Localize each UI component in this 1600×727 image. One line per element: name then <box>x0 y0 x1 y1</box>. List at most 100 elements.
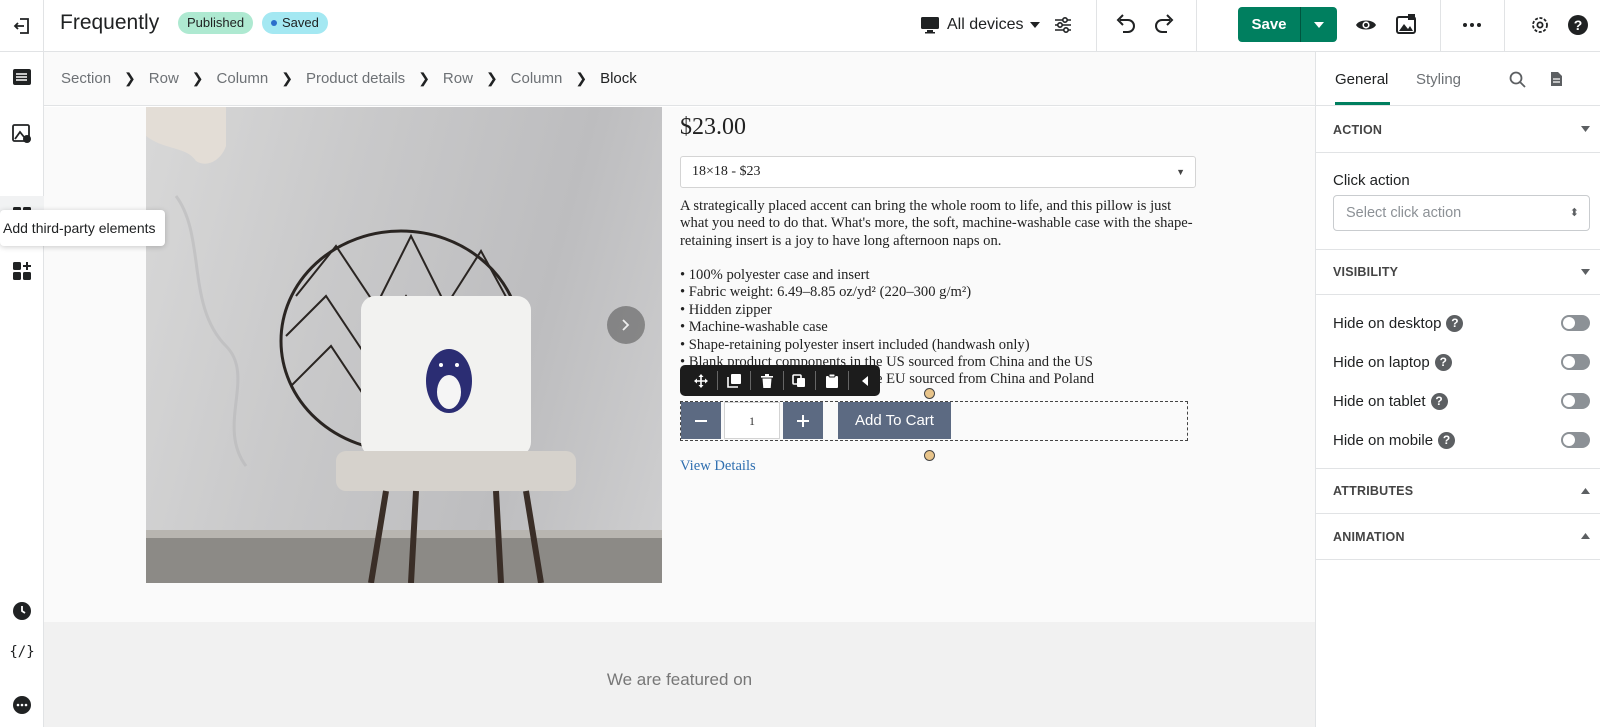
caret-down-icon <box>1314 21 1324 28</box>
divider <box>815 371 817 390</box>
device-selector[interactable]: All devices <box>920 12 1041 38</box>
pillow-chair-illustration <box>146 107 662 583</box>
exit-icon <box>13 18 29 34</box>
code-icon: {/} <box>9 644 35 660</box>
variant-select[interactable]: 18×18 - $23 ▼ <box>680 156 1196 188</box>
sidebar-item-code[interactable]: {/} <box>0 632 44 672</box>
caret-down-icon <box>1030 22 1041 28</box>
panel-search-button[interactable] <box>1506 68 1528 90</box>
breadcrumb-item[interactable]: Row <box>149 70 179 87</box>
settings-panel: General Styling ACTION Click action Sele… <box>1315 52 1600 727</box>
paste-button[interactable] <box>817 365 847 396</box>
delete-button[interactable] <box>752 365 782 396</box>
quantity-increase-button[interactable] <box>783 402 823 439</box>
caret-down-icon: ▼ <box>1176 167 1185 177</box>
move-button[interactable] <box>686 365 716 396</box>
section-action-header[interactable]: ACTION <box>1316 107 1600 153</box>
resize-handle-bottom[interactable] <box>924 450 935 461</box>
search-icon <box>1509 71 1526 88</box>
editor-canvas[interactable]: $23.00 18×18 - $23 ▼ A strategically pla… <box>44 107 1315 727</box>
section-animation-title: ANIMATION <box>1333 529 1405 544</box>
product-image[interactable] <box>146 107 662 583</box>
undo-icon <box>1116 14 1135 33</box>
preview-button[interactable] <box>1352 11 1380 39</box>
caret-up-icon <box>1581 488 1590 494</box>
sidebar-item-history[interactable] <box>0 591 44 631</box>
publish-preview-button[interactable] <box>1392 10 1420 38</box>
panel-page-settings-button[interactable] <box>1545 68 1567 90</box>
variant-select-value: 18×18 - $23 <box>692 164 761 179</box>
hide-mobile-toggle[interactable] <box>1561 432 1590 448</box>
divider <box>1096 0 1097 52</box>
slider-next-button[interactable] <box>607 306 645 344</box>
tab-styling[interactable]: Styling <box>1416 71 1461 88</box>
redo-button[interactable] <box>1150 10 1178 38</box>
sidebar-item-add-elements[interactable] <box>0 251 44 291</box>
trash-icon <box>760 373 773 388</box>
desktop-icon <box>921 17 939 34</box>
help-icon[interactable]: ? <box>1446 314 1464 332</box>
hide-laptop-toggle[interactable] <box>1561 354 1590 370</box>
duplicate-icon <box>726 373 741 388</box>
view-details-link[interactable]: View Details <box>680 458 756 475</box>
resize-handle-top[interactable] <box>924 388 935 399</box>
sidebar-item-layers[interactable] <box>0 57 44 97</box>
help-icon[interactable]: ? <box>1434 353 1452 371</box>
caret-down-icon <box>1581 269 1590 275</box>
add-to-cart-block[interactable]: 1 Add To Cart <box>680 401 1188 441</box>
tab-general[interactable]: General <box>1335 71 1388 88</box>
exit-button[interactable] <box>0 0 44 52</box>
divider <box>782 371 784 390</box>
quantity-input[interactable]: 1 <box>724 402 780 439</box>
visibility-laptop-row: Hide on laptop ? <box>1333 351 1590 373</box>
breadcrumb-item[interactable]: Column <box>511 70 563 87</box>
sidebar-item-media[interactable] <box>0 114 44 154</box>
save-button[interactable]: Save <box>1238 7 1301 42</box>
click-action-select[interactable]: Select click action ⬍ <box>1333 195 1590 231</box>
add-to-cart-button[interactable]: Add To Cart <box>838 402 951 439</box>
sidebar-item-more[interactable] <box>0 685 44 725</box>
save-button-group: Save <box>1238 7 1337 42</box>
feature-item: • Shape-retaining polyester insert inclu… <box>680 336 1030 353</box>
more-options-button[interactable] <box>1458 11 1486 39</box>
more-circle-icon <box>13 696 31 714</box>
help-button[interactable]: ? <box>1564 11 1592 39</box>
click-action-placeholder: Select click action <box>1346 205 1462 221</box>
visibility-laptop-label: Hide on laptop <box>1333 353 1430 371</box>
left-sidebar: Add third-party elements {/} <box>0 52 165 727</box>
help-icon[interactable]: ? <box>1438 431 1456 449</box>
settings-sliders-button[interactable] <box>1050 12 1076 38</box>
hide-tablet-toggle[interactable] <box>1561 393 1590 409</box>
visibility-desktop-row: Hide on desktop ? <box>1333 312 1590 334</box>
hide-desktop-toggle[interactable] <box>1561 315 1590 331</box>
undo-button[interactable] <box>1112 10 1140 38</box>
breadcrumb-item[interactable]: Section <box>61 70 111 87</box>
breadcrumb-item[interactable]: Product details <box>306 70 405 87</box>
featured-heading: We are featured on <box>606 670 753 689</box>
feature-item: • Hidden zipper <box>680 301 772 318</box>
save-options-button[interactable] <box>1301 7 1337 42</box>
visibility-desktop-label: Hide on desktop <box>1333 314 1442 332</box>
document-icon <box>1550 72 1562 86</box>
breadcrumb: Section ❯ Row ❯ Column ❯ Product details… <box>44 52 1315 106</box>
section-visibility-header[interactable]: VISIBILITY <box>1316 249 1600 295</box>
help-icon[interactable]: ? <box>1430 392 1448 410</box>
image-preview-icon <box>1396 14 1416 34</box>
breadcrumb-item[interactable]: Row <box>443 70 473 87</box>
section-animation-header[interactable]: ANIMATION <box>1316 514 1600 560</box>
collapse-toolbar-button[interactable] <box>850 365 880 396</box>
visibility-tablet-label: Hide on tablet <box>1333 392 1426 410</box>
section-attributes-header[interactable]: ATTRIBUTES <box>1316 468 1600 514</box>
app-settings-button[interactable] <box>1526 11 1554 39</box>
copy-button[interactable] <box>785 365 815 396</box>
breadcrumb-item[interactable]: Column <box>217 70 269 87</box>
quantity-decrease-button[interactable] <box>681 402 721 439</box>
plus-icon <box>797 414 809 427</box>
duplicate-button[interactable] <box>719 365 749 396</box>
clock-icon <box>13 602 31 620</box>
breadcrumb-item-current: Block <box>600 70 637 87</box>
published-badge: Published <box>178 12 254 34</box>
grid-plus-icon <box>13 262 31 280</box>
copy-icon <box>792 373 806 387</box>
divider <box>749 371 751 390</box>
